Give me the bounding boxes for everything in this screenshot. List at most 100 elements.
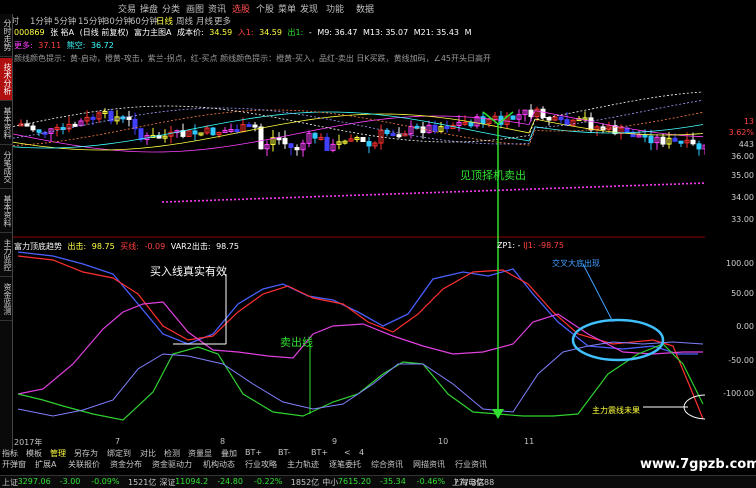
trend-dot — [646, 184, 648, 187]
toolbar1-item[interactable]: BT+ — [311, 448, 328, 457]
trend-dot — [434, 191, 436, 194]
candle-body — [312, 132, 318, 139]
ind-ij-value: -98.75 — [538, 241, 564, 250]
trend-dot — [294, 196, 296, 199]
stock-code: 000869 — [14, 28, 45, 37]
toolbar2-item[interactable]: 机构动态 — [203, 459, 235, 470]
toolbar2-item[interactable]: 综合资讯 — [371, 459, 403, 470]
period-5[interactable]: 60分钟 — [130, 15, 158, 27]
toolbar2-item[interactable]: 开弹窗 — [2, 459, 26, 470]
toolbar1-item[interactable]: 对比 — [140, 448, 156, 459]
trend-dot — [626, 184, 628, 187]
x-tick: 9 — [332, 437, 338, 446]
trend-dot — [190, 200, 192, 203]
out1-label: 出1: — [287, 28, 304, 37]
trend-dot — [678, 182, 680, 185]
bear-value: 36.72 — [90, 41, 114, 50]
x-tick: 8 — [220, 437, 226, 446]
toolbar2-item[interactable]: 行业资讯 — [455, 459, 487, 470]
sidebar-tab-1[interactable]: 技术分析 — [0, 58, 12, 101]
price-axis-label: 443 — [738, 140, 754, 149]
trend-dot — [214, 199, 216, 202]
trend-dot — [662, 183, 664, 186]
sidebar-tab-5[interactable]: 主力监控 — [0, 234, 12, 277]
top-right-value: 13 — [743, 117, 754, 126]
toolbar2-item[interactable]: 关联报价 — [68, 459, 100, 470]
price-axis-label: 35.00 — [731, 171, 754, 180]
toolbar2-item[interactable]: 资金分布 — [110, 459, 142, 470]
candle-body — [288, 143, 294, 149]
x-tick: 10 — [438, 437, 449, 446]
toolbar1-item[interactable]: 4 — [359, 448, 364, 457]
toolbar1-item[interactable]: 另存为 — [74, 448, 98, 459]
candle-body — [210, 127, 216, 136]
trend-dot — [218, 199, 220, 202]
period-1[interactable]: 1分钟 — [30, 15, 52, 27]
candle-body — [468, 121, 474, 127]
sidebar-tab-6[interactable]: 资金监测 — [0, 278, 12, 321]
candle-body — [420, 126, 426, 134]
trend-dot — [254, 197, 256, 200]
sidebar-tab-2[interactable]: 基本资料 — [0, 102, 12, 145]
trend-dot — [538, 187, 540, 190]
trend-dot — [614, 185, 616, 188]
candle-body — [510, 115, 516, 120]
toolbar1-item[interactable]: 管理 — [50, 448, 66, 459]
toolbar1-item[interactable]: 资量显 — [188, 448, 212, 459]
trend-dot — [330, 195, 332, 198]
trend-dot — [426, 191, 428, 194]
toolbar2-item[interactable]: 网描资讯 — [413, 459, 445, 470]
sidebar-tab-3[interactable]: 分笔成交 — [0, 146, 12, 189]
toolbar2-item[interactable]: 主力轨迹 — [287, 459, 319, 470]
cost-value: 34.59 — [209, 28, 233, 37]
toolbar1-item[interactable]: 指标 — [2, 448, 18, 459]
period-3[interactable]: 15分钟 — [78, 15, 106, 27]
trend-dot — [482, 189, 484, 192]
m-extra: M — [464, 28, 472, 37]
toolbar1-item[interactable]: BT- — [278, 448, 291, 457]
trend-dot — [594, 185, 596, 188]
candle-body — [72, 123, 78, 127]
x-tick: 11 — [524, 437, 535, 446]
stock-info-bar-2: 更多: 37.11 熊空: 36.72 — [14, 40, 274, 51]
trend-dot — [242, 198, 244, 201]
trend-dot — [418, 192, 420, 195]
toolbar2-item[interactable]: 逐笔委托 — [329, 459, 361, 470]
indicator-name: 富力主图A — [134, 28, 172, 37]
period-7[interactable]: 周线 — [176, 15, 193, 27]
candle-body — [546, 117, 552, 121]
trend-dot — [586, 186, 588, 189]
trend-dot — [670, 183, 672, 186]
trend-dot — [510, 188, 512, 191]
annotation-lines — [173, 111, 705, 420]
toolbar1-item[interactable]: 绑定到 — [107, 448, 131, 459]
candle-body — [540, 108, 546, 119]
toolbar1-item[interactable]: BT+ — [245, 448, 262, 457]
trend-dot — [318, 195, 320, 198]
toolbar1-item[interactable]: 叠加 — [221, 448, 237, 459]
ind-ij-label: IJ1: — [523, 241, 536, 250]
toolbar2-item[interactable]: 扩展A — [35, 459, 56, 470]
toolbar2-item[interactable]: 行业攻略 — [245, 459, 277, 470]
toolbar1-item[interactable]: 模板 — [26, 448, 42, 459]
sidebar-tab-0[interactable]: 分时走势 — [0, 14, 12, 57]
status-item: 深证 — [159, 478, 176, 487]
indicator-axis-label: -100.00 — [723, 389, 754, 398]
period-6[interactable]: 日线 — [156, 15, 173, 27]
period-9[interactable]: 更多 — [214, 15, 231, 27]
toolbar1-item[interactable]: 检测 — [164, 448, 180, 459]
trend-dot — [470, 190, 472, 193]
candle-body — [564, 119, 570, 126]
x-tick: 7 — [115, 437, 121, 446]
sidebar-tab-4[interactable]: 基本资料 — [0, 190, 12, 233]
trend-dot — [362, 194, 364, 196]
top-menu-bar: 交易 操盘 分类 画图 资讯 选股 个股 菜单 发现 功能 数据 — [0, 0, 756, 15]
period-4[interactable]: 30分钟 — [104, 15, 132, 27]
annotation-cross: 交叉大底出现 — [552, 259, 600, 268]
cross-pointer — [582, 263, 614, 323]
indicator-lines — [17, 251, 704, 421]
toolbar1-item[interactable]: < — [344, 448, 351, 457]
period-8[interactable]: 月线 — [196, 15, 213, 27]
toolbar2-item[interactable]: 资金驱动力 — [152, 459, 192, 470]
period-2[interactable]: 5分钟 — [54, 15, 76, 27]
